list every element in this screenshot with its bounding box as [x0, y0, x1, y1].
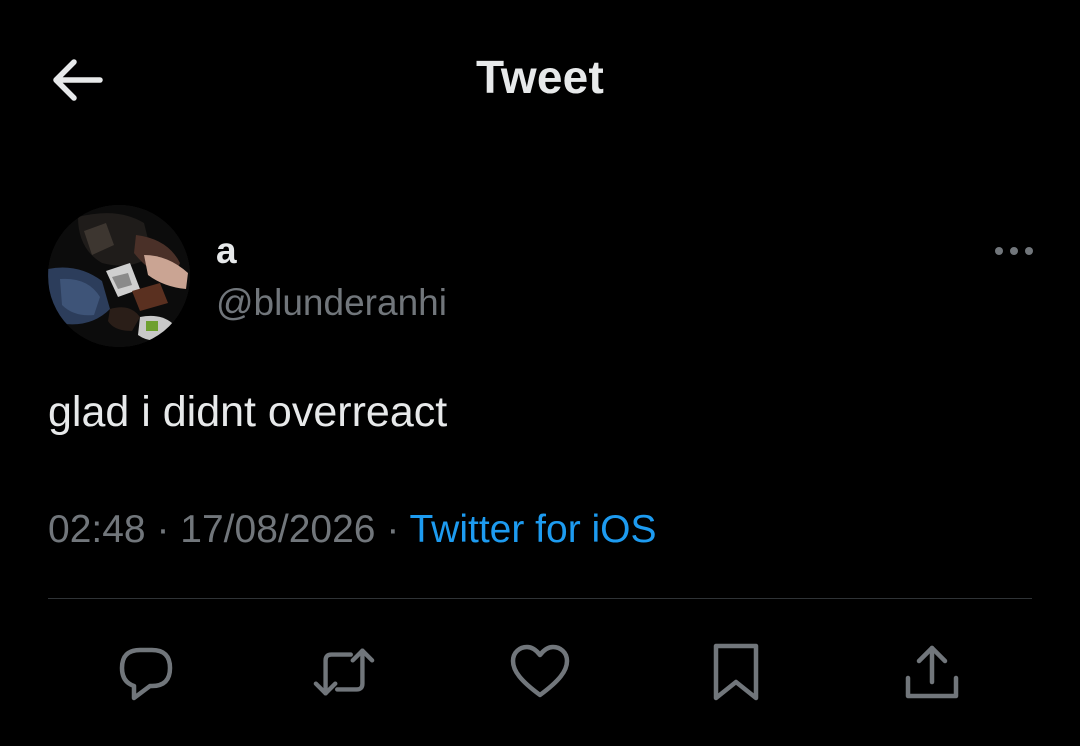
divider	[48, 598, 1032, 599]
tweet-time[interactable]: 02:48	[48, 508, 146, 551]
top-bar: Tweet	[0, 0, 1080, 160]
like-icon	[510, 644, 570, 698]
reply-icon	[119, 647, 173, 701]
share-button[interactable]	[900, 640, 964, 704]
tweet-text: glad i didnt overreact	[48, 388, 448, 436]
page-title: Tweet	[476, 51, 604, 103]
tweet-source-link[interactable]: Twitter for iOS	[409, 508, 656, 551]
tweet-metadata: 02:48 · 17/08/2026 · Twitter for iOS	[48, 508, 657, 552]
retweet-icon	[313, 648, 375, 696]
avatar[interactable]	[48, 205, 190, 347]
separator: ·	[156, 508, 170, 551]
bookmark-icon	[713, 643, 759, 701]
share-icon	[905, 645, 959, 699]
like-button[interactable]	[508, 640, 572, 704]
more-horizontal-icon	[995, 247, 1033, 255]
separator: ·	[386, 508, 400, 551]
bookmark-button[interactable]	[704, 640, 768, 704]
username-handle[interactable]: @blunderanhi	[216, 282, 447, 324]
display-name[interactable]: a	[216, 230, 237, 272]
reply-button[interactable]	[114, 640, 178, 704]
tweet-date[interactable]: 17/08/2026	[180, 508, 375, 551]
avatar-photo	[48, 205, 190, 347]
retweet-button[interactable]	[312, 640, 376, 704]
more-options-button[interactable]	[990, 236, 1038, 266]
